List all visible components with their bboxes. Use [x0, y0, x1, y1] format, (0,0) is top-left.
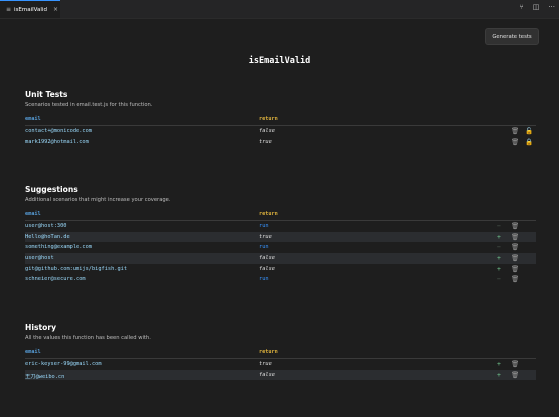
trash-icon[interactable]: 🗑 — [511, 222, 519, 231]
return-value: false — [259, 265, 275, 272]
column-return: return — [259, 349, 278, 355]
table-row[interactable]: schneier@secure.com run − 🗑 — [25, 274, 536, 285]
tab-bar: ≡ isEmailValid × ⑂ ◫ ··· — [0, 0, 559, 19]
email-value: contact+@monicode.com — [25, 128, 92, 134]
trash-icon[interactable]: 🗑 — [511, 138, 519, 147]
more-icon[interactable]: ··· — [548, 3, 555, 11]
run-link[interactable]: run — [259, 223, 269, 229]
branch-compare-icon[interactable]: ⑂ — [519, 3, 523, 11]
table-header: email return — [25, 349, 536, 359]
table-row[interactable]: git@github.com:umijs/bigfish.git false +… — [25, 264, 536, 275]
add-icon[interactable]: + — [497, 254, 501, 263]
add-icon[interactable]: − — [497, 222, 501, 231]
return-value: false — [259, 371, 275, 378]
table-row[interactable]: user@host:300 run − 🗑 — [25, 221, 536, 232]
unlock-icon[interactable]: 🔓 — [525, 127, 533, 136]
add-icon[interactable]: + — [497, 360, 501, 369]
add-icon[interactable]: + — [497, 371, 501, 380]
table-row[interactable]: contact+@monicode.com false 🗑 🔓 — [25, 126, 536, 137]
trash-icon[interactable]: 🗑 — [511, 233, 519, 242]
trash-icon[interactable]: 🗑 — [511, 360, 519, 369]
table-row[interactable]: user@host false + 🗑 — [25, 253, 536, 264]
table-header: email return — [25, 211, 536, 221]
column-email: email — [25, 349, 41, 355]
email-value: Hello@hoTan.de — [25, 233, 70, 240]
table-row[interactable]: Hello@hoTan.de true + 🗑 — [25, 231, 536, 243]
return-value: true — [259, 361, 272, 367]
table-header: email return — [25, 116, 536, 126]
return-value: true — [259, 138, 272, 145]
split-editor-icon[interactable]: ◫ — [533, 3, 540, 11]
section-description: All the values this function has been ca… — [25, 335, 151, 341]
section-title: Unit Tests — [25, 90, 68, 99]
column-return: return — [259, 116, 278, 122]
lock-icon[interactable]: 🔒 — [525, 138, 533, 147]
email-value: schneier@secure.com — [25, 276, 86, 283]
tab-is-email-valid[interactable]: ≡ isEmailValid × — [0, 0, 60, 18]
email-value: 王刀@weibo.cn — [25, 373, 65, 380]
table-row[interactable]: 王刀@weibo.cn false + 🗑 — [25, 369, 536, 381]
add-icon[interactable]: − — [497, 275, 501, 284]
add-icon[interactable]: + — [497, 265, 501, 274]
column-email: email — [25, 116, 41, 122]
table-row[interactable]: something@example.com run − 🗑 — [25, 242, 536, 253]
email-value: something@example.com — [25, 244, 92, 251]
trash-icon[interactable]: 🗑 — [511, 243, 519, 252]
suggestions-section: Suggestions Additional scenarios that mi… — [25, 185, 536, 285]
section-title: History — [25, 323, 57, 332]
return-value: true — [259, 233, 272, 240]
section-title: Suggestions — [25, 185, 78, 194]
run-link[interactable]: run — [259, 244, 269, 250]
trash-icon[interactable]: 🗑 — [511, 371, 519, 380]
table-row[interactable]: mark1992@hotmail.com true 🗑 🔒 — [25, 137, 536, 148]
column-return: return — [259, 211, 278, 217]
table-row[interactable]: eric-keyser-99@gmail.com true + 🗑 — [25, 359, 536, 370]
email-value: user@host — [25, 255, 54, 262]
section-description: Additional scenarios that might increase… — [25, 197, 171, 203]
section-description: Scenarios tested in email.test.js for th… — [25, 102, 153, 108]
trash-icon[interactable]: 🗑 — [511, 254, 519, 263]
unit-tests-section: Unit Tests Scenarios tested in email.tes… — [25, 90, 536, 147]
run-link[interactable]: run — [259, 276, 269, 282]
email-value: git@github.com:umijs/bigfish.git — [25, 265, 128, 272]
trash-icon[interactable]: 🗑 — [511, 265, 519, 274]
email-value: eric-keyser-99@gmail.com — [25, 361, 102, 367]
column-email: email — [25, 211, 41, 217]
tab-label: isEmailValid — [14, 6, 47, 13]
function-title: isEmailValid — [248, 56, 311, 66]
file-icon: ≡ — [6, 6, 12, 13]
return-value: false — [259, 255, 275, 262]
trash-icon[interactable]: 🗑 — [511, 275, 519, 284]
history-section: History All the values this function has… — [25, 323, 536, 381]
close-icon[interactable]: × — [53, 6, 58, 13]
add-icon[interactable]: + — [497, 233, 501, 242]
email-value: mark1992@hotmail.com — [25, 138, 89, 145]
add-icon[interactable]: − — [497, 243, 501, 252]
email-value: user@host:300 — [25, 223, 67, 229]
return-value: false — [259, 128, 275, 134]
generate-tests-button[interactable]: Generate tests — [485, 28, 539, 45]
trash-icon[interactable]: 🗑 — [511, 127, 519, 136]
editor-actions: ⑂ ◫ ··· — [519, 3, 555, 11]
